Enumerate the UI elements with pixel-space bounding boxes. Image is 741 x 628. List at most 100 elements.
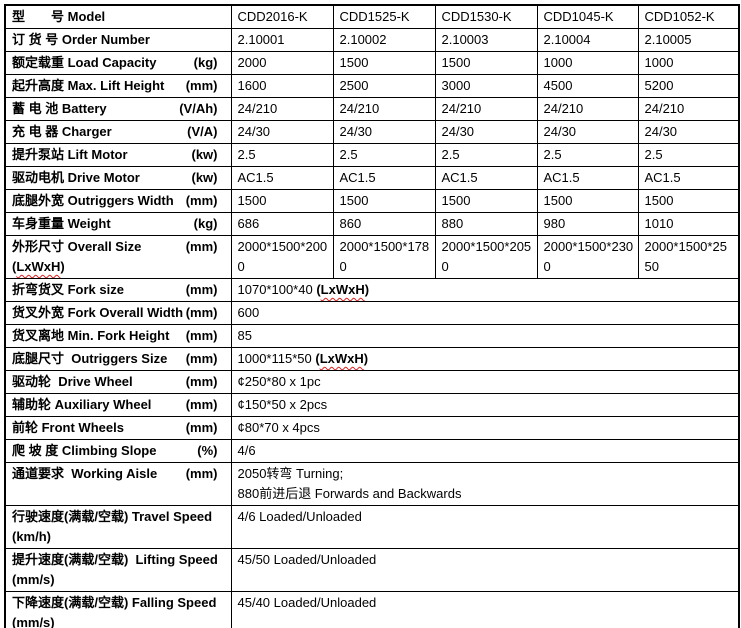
- row-label-cell-order-number: 订 货 号 Order Number: [5, 29, 231, 52]
- row-label: 前轮 Front Wheels: [12, 418, 124, 438]
- merged-value-cell-fork-size: 1070*100*40 (LxWxH): [231, 279, 739, 302]
- spec-row-overall-size: 外形尺寸 Overall Size (LxWxH)(mm)2000*1500*2…: [5, 236, 739, 279]
- value-cell-order-number-CDD1525-K: 2.10002: [333, 29, 435, 52]
- value-cell-model-CDD2016-K: CDD2016-K: [231, 5, 333, 29]
- text-segment: 额定载重 Load Capacity: [12, 55, 156, 70]
- value-cell-lift-motor-CDD1530-K: 2.5: [435, 144, 537, 167]
- row-label-line: 底腿外宽 Outriggers Width(mm): [12, 191, 227, 211]
- row-label: 起升高度 Max. Lift Height: [12, 76, 164, 96]
- value-cell-order-number-CDD1045-K: 2.10004: [537, 29, 638, 52]
- merged-value-line: ¢150*50 x 2pcs: [238, 395, 735, 415]
- row-label-cell-working-aisle: 通道要求 Working Aisle(mm): [5, 463, 231, 506]
- row-unit: (kw): [192, 168, 227, 188]
- row-label-line: 订 货 号 Order Number: [12, 30, 227, 50]
- text-segment: 行驶速度(满载/空载) Travel Speed: [12, 509, 212, 524]
- row-label-line: 行驶速度(满载/空载) Travel Speed: [12, 507, 227, 527]
- merged-value-line: ¢250*80 x 1pc: [238, 372, 735, 392]
- merged-value-line: [238, 527, 735, 547]
- row-label: 外形尺寸 Overall Size (LxWxH): [12, 237, 186, 277]
- row-label-line: 爬 坡 度 Climbing Slope(%): [12, 441, 227, 461]
- text-segment: ): [60, 259, 64, 274]
- value-cell-load-capacity-CDD1525-K: 1500: [333, 52, 435, 75]
- merged-value-cell-auxiliary-wheel: ¢150*50 x 2pcs: [231, 394, 739, 417]
- row-label: 额定载重 Load Capacity: [12, 53, 156, 73]
- value-cell-max-lift-height-CDD1525-K: 2500: [333, 75, 435, 98]
- value-cell-weight-CDD1525-K: 860: [333, 213, 435, 236]
- spec-row-load-capacity: 额定载重 Load Capacity(kg)200015001500100010…: [5, 52, 739, 75]
- row-label-line2: (mm/s): [12, 570, 227, 590]
- row-label-cell-charger: 充 电 器 Charger (V/A): [5, 121, 231, 144]
- text-segment: 车身重量 Weight: [12, 216, 111, 231]
- row-unit: (mm): [186, 303, 227, 323]
- merged-value-line: 85: [238, 326, 735, 346]
- row-label-cell-travel-speed: 行驶速度(满载/空载) Travel Speed (km/h): [5, 506, 231, 549]
- spec-row-model: 型 号 ModelCDD2016-KCDD1525-KCDD1530-KCDD1…: [5, 5, 739, 29]
- spec-row-fork-overall-width: 货叉外宽 Fork Overall Width(mm)600: [5, 302, 739, 325]
- row-label-cell-auxiliary-wheel: 辅助轮 Auxiliary Wheel(mm): [5, 394, 231, 417]
- merged-value-line: 4/6 Loaded/Unloaded: [238, 507, 735, 527]
- value-cell-battery-CDD1525-K: 24/210: [333, 98, 435, 121]
- text-segment: 提升泵站 Lift Motor: [12, 147, 128, 162]
- text-segment: 提升速度(满载/空载) Lifting Speed: [12, 552, 218, 567]
- text-segment: (mm/s): [12, 572, 55, 587]
- value-cell-battery-CDD1052-K: 24/210: [638, 98, 739, 121]
- value-cell-order-number-CDD2016-K: 2.10001: [231, 29, 333, 52]
- value-cell-model-CDD1052-K: CDD1052-K: [638, 5, 739, 29]
- text-segment: 600: [238, 305, 260, 320]
- merged-value-cell-climbing-slope: 4/6: [231, 440, 739, 463]
- row-label-line2: (km/h): [12, 527, 227, 547]
- text-segment: 爬 坡 度 Climbing Slope: [12, 443, 156, 458]
- row-label-line: 额定载重 Load Capacity(kg): [12, 53, 227, 73]
- row-label-line: 型 号 Model: [12, 7, 227, 27]
- value-cell-overall-size-CDD1045-K: 2000*1500*2300: [537, 236, 638, 279]
- spec-table-body: 型 号 ModelCDD2016-KCDD1525-KCDD1530-KCDD1…: [5, 5, 739, 628]
- text-segment: 底腿外宽 Outriggers Width: [12, 193, 174, 208]
- value-cell-max-lift-height-CDD2016-K: 1600: [231, 75, 333, 98]
- row-unit: (mm): [186, 418, 227, 438]
- row-label-line: 提升泵站 Lift Motor(kw): [12, 145, 227, 165]
- text-segment: 2050转弯 Turning;: [238, 466, 344, 481]
- row-label: 驱动电机 Drive Motor: [12, 168, 140, 188]
- merged-value-line: 4/6: [238, 441, 735, 461]
- value-cell-outriggers-width-CDD1525-K: 1500: [333, 190, 435, 213]
- spec-row-drive-motor: 驱动电机 Drive Motor(kw)AC1.5AC1.5AC1.5AC1.5…: [5, 167, 739, 190]
- value-cell-drive-motor-CDD1052-K: AC1.5: [638, 167, 739, 190]
- text-segment: (km/h): [12, 529, 51, 544]
- text-segment: 下降速度(满载/空载) Falling Speed: [12, 595, 216, 610]
- spec-row-auxiliary-wheel: 辅助轮 Auxiliary Wheel(mm) ¢150*50 x 2pcs: [5, 394, 739, 417]
- row-label-cell-front-wheels: 前轮 Front Wheels (mm): [5, 417, 231, 440]
- row-label: 充 电 器 Charger: [12, 122, 112, 142]
- row-label-cell-lifting-speed: 提升速度(满载/空载) Lifting Speed (mm/s): [5, 549, 231, 592]
- row-unit: (V/A): [187, 122, 226, 142]
- row-unit: (mm): [186, 237, 227, 257]
- row-label: 型 号 Model: [12, 7, 105, 27]
- value-cell-max-lift-height-CDD1530-K: 3000: [435, 75, 537, 98]
- row-label-line: 充 电 器 Charger (V/A): [12, 122, 227, 142]
- merged-value-cell-working-aisle: 2050转弯 Turning; 880前进后退 Forwards and Back…: [231, 463, 739, 506]
- row-label-cell-climbing-slope: 爬 坡 度 Climbing Slope(%): [5, 440, 231, 463]
- row-label-cell-drive-motor: 驱动电机 Drive Motor (kw): [5, 167, 231, 190]
- value-cell-weight-CDD1045-K: 980: [537, 213, 638, 236]
- value-cell-load-capacity-CDD1530-K: 1500: [435, 52, 537, 75]
- merged-value-line: 880前进后退 Forwards and Backwards: [238, 484, 735, 504]
- value-cell-overall-size-CDD2016-K: 2000*1500*2000: [231, 236, 333, 279]
- spec-row-outriggers-width: 底腿外宽 Outriggers Width(mm)150015001500150…: [5, 190, 739, 213]
- row-label-cell-outriggers-size: 底腿尺寸 Outriggers Size(mm): [5, 348, 231, 371]
- value-cell-outriggers-width-CDD1045-K: 1500: [537, 190, 638, 213]
- row-unit: (mm): [186, 395, 227, 415]
- text-segment: ): [364, 351, 368, 366]
- value-cell-lift-motor-CDD1525-K: 2.5: [333, 144, 435, 167]
- row-label: 货叉离地 Min. Fork Height: [12, 326, 169, 346]
- row-label-line: 起升高度 Max. Lift Height(mm): [12, 76, 227, 96]
- value-cell-load-capacity-CDD1045-K: 1000: [537, 52, 638, 75]
- value-cell-lift-motor-CDD1052-K: 2.5: [638, 144, 739, 167]
- row-label: 爬 坡 度 Climbing Slope: [12, 441, 156, 461]
- merged-value-cell-falling-speed: 45/40 Loaded/Unloaded: [231, 592, 739, 628]
- row-label: 折弯货叉 Fork size: [12, 280, 124, 300]
- text-segment: 45/50 Loaded/Unloaded: [238, 552, 377, 567]
- value-cell-max-lift-height-CDD1045-K: 4500: [537, 75, 638, 98]
- spec-row-weight: 车身重量 Weight(kg)6868608809801010: [5, 213, 739, 236]
- text-segment: 蓄 电 池 Battery: [12, 101, 107, 116]
- text-segment: 折弯货叉 Fork size: [12, 282, 124, 297]
- row-label: 底腿外宽 Outriggers Width: [12, 191, 174, 211]
